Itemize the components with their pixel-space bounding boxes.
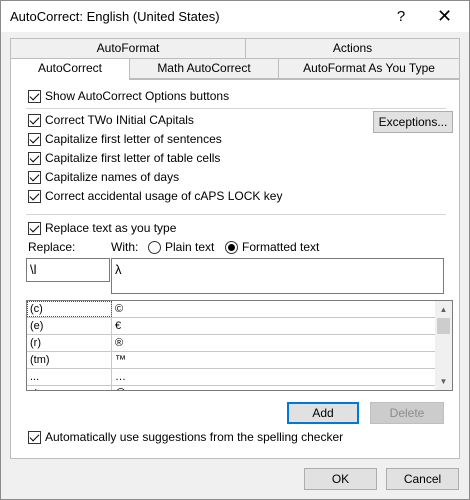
list-item[interactable]: ...… (27, 369, 437, 386)
show-options-checkbox[interactable]: Show AutoCorrect Options buttons (28, 88, 229, 104)
autocorrect-dialog: AutoCorrect: English (United States) ? ✕… (0, 0, 470, 500)
checkbox-checked-icon (28, 221, 41, 235)
with-label: With: (111, 240, 139, 254)
tab-autoformat[interactable]: AutoFormat (10, 38, 246, 59)
formatted-text-label: Formatted text (242, 240, 320, 254)
entry-with-cell: ® (115, 337, 124, 349)
help-button[interactable]: ? (381, 1, 421, 32)
capitalize-sentences-checkbox[interactable]: Capitalize first letter of sentences (28, 131, 222, 147)
scroll-thumb[interactable] (437, 318, 450, 334)
two-initial-label: Correct TWo INitial CApitals (45, 113, 194, 127)
capitalize-cells-label: Capitalize first letter of table cells (45, 151, 221, 165)
two-initial-checkbox[interactable]: Correct TWo INitial CApitals (28, 112, 194, 128)
replace-text-checkbox[interactable]: Replace text as you type (28, 220, 176, 236)
tab-label: AutoCorrect (37, 61, 103, 75)
replace-text-label: Replace text as you type (45, 221, 177, 235)
tab-actions[interactable]: Actions (245, 38, 460, 59)
tab-label: Actions (332, 41, 373, 55)
entry-with-cell: ™ (115, 354, 126, 366)
entry-replace-cell: (r) (27, 335, 112, 351)
ok-button[interactable]: OK (304, 468, 377, 490)
tab-label: AutoFormat As You Type (303, 61, 435, 75)
formatted-text-radio[interactable]: Formatted text (225, 239, 319, 255)
scroll-up-arrow-icon[interactable]: ▲ (435, 301, 452, 318)
checkbox-checked-icon (28, 151, 41, 165)
tab-autocorrect[interactable]: AutoCorrect (10, 58, 130, 80)
entry-replace-cell: (tm) (27, 352, 112, 368)
replace-label: Replace: (28, 240, 76, 254)
cancel-button[interactable]: Cancel (386, 468, 459, 490)
exceptions-button[interactable]: Exceptions... (373, 111, 453, 133)
checkbox-checked-icon (28, 170, 41, 184)
caps-lock-label: Correct accidental usage of cAPS LOCK ke… (45, 189, 283, 203)
list-item[interactable]: (e) € (27, 318, 437, 335)
tab-label: AutoFormat (96, 41, 160, 55)
close-button[interactable]: ✕ (421, 1, 468, 32)
title-bar: AutoCorrect: English (United States) ? ✕ (1, 1, 469, 32)
entry-replace-cell: (e) (27, 318, 112, 334)
capitalize-cells-checkbox[interactable]: Capitalize first letter of table cells (28, 150, 220, 166)
entry-replace-cell: :( (27, 386, 112, 390)
tab-autoformat-as-you-type[interactable]: AutoFormat As You Type (278, 58, 460, 79)
plain-text-label: Plain text (165, 240, 215, 254)
list-scrollbar[interactable]: ▲ ▼ (435, 301, 452, 390)
tab-label: Math AutoCorrect (157, 61, 251, 75)
checkbox-checked-icon (28, 189, 41, 203)
list-item[interactable]: :(☹ (27, 386, 437, 390)
delete-button[interactable]: Delete (370, 402, 444, 424)
autocorrect-entries-list[interactable]: :(☹...…(tm)™(r)®(e)€(c)© ▲ ▼ (26, 300, 453, 391)
caps-lock-checkbox[interactable]: Correct accidental usage of cAPS LOCK ke… (28, 188, 282, 204)
entry-with-cell: ☹ (115, 386, 126, 390)
window-title: AutoCorrect: English (United States) (10, 9, 220, 24)
spelling-suggestions-checkbox[interactable]: Automatically use suggestions from the s… (28, 429, 343, 445)
radio-selected-icon (225, 240, 238, 254)
scroll-down-arrow-icon[interactable]: ▼ (435, 373, 452, 390)
plain-text-radio[interactable]: Plain text (148, 239, 214, 255)
checkbox-checked-icon (28, 430, 41, 444)
entry-with-cell: € (115, 320, 122, 332)
entry-with-cell: … (115, 371, 126, 383)
with-input[interactable]: λ (111, 258, 444, 294)
entry-replace-cell: ... (27, 369, 112, 385)
divider (26, 214, 446, 215)
add-button[interactable]: Add (287, 402, 359, 424)
divider (26, 108, 446, 109)
capitalize-days-checkbox[interactable]: Capitalize names of days (28, 169, 179, 185)
capitalize-days-label: Capitalize names of days (45, 170, 180, 184)
list-item[interactable]: (r) ® (27, 335, 437, 352)
show-options-label: Show AutoCorrect Options buttons (45, 89, 230, 103)
entry-replace-cell: (c) (27, 301, 112, 317)
spelling-suggestions-label: Automatically use suggestions from the s… (45, 430, 344, 444)
list-item[interactable]: (c) © (27, 301, 437, 318)
entry-with-cell: © (115, 303, 124, 315)
checkbox-checked-icon (28, 132, 41, 146)
radio-unselected-icon (148, 240, 161, 254)
replace-input[interactable]: \l (26, 258, 110, 282)
checkbox-checked-icon (28, 89, 41, 103)
checkbox-checked-icon (28, 113, 41, 127)
autocorrect-panel: Show AutoCorrect Options buttons Correct… (10, 79, 460, 459)
list-item[interactable]: (tm) ™ (27, 352, 437, 369)
tab-math-autocorrect[interactable]: Math AutoCorrect (129, 58, 279, 79)
capitalize-sentences-label: Capitalize first letter of sentences (45, 132, 222, 146)
